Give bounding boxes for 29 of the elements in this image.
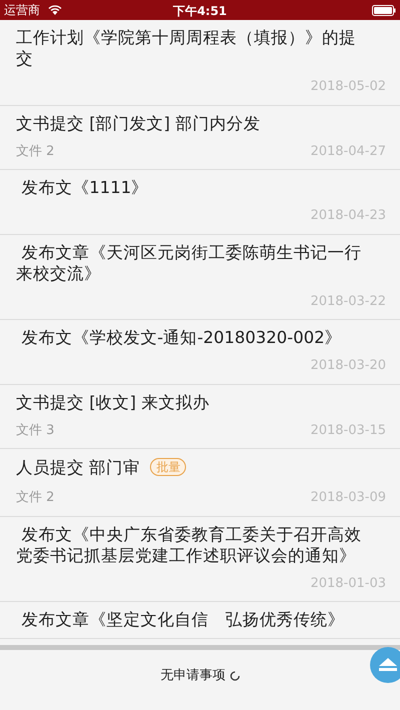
empty-message: 无申请事项 — [160, 667, 226, 685]
file-count: 文件 2 — [16, 142, 54, 160]
batch-tag: 批量 — [150, 458, 186, 476]
item-date: 2018-04-23 — [310, 207, 386, 225]
item-date: 2018-03-15 — [310, 422, 386, 440]
eject-icon — [379, 658, 397, 672]
item-title[interactable]: 人员提交 部门审 — [16, 457, 140, 478]
item-title[interactable]: 发布文《学校发文-通知-20180320-002》 — [16, 327, 366, 348]
item-title[interactable]: 发布文章《天河区元岗街工委陈萌生书记一行来校交流》 — [16, 242, 366, 284]
item-date: 2018-03-20 — [310, 357, 386, 375]
item-title[interactable]: 发布文《中央广东省委教育工委关于召开高效党委书记抓基层党建工作述职评议会的通知》 — [16, 524, 366, 566]
item-date: 2018-05-02 — [310, 78, 386, 96]
wifi-icon — [48, 5, 62, 15]
carrier-label: 运营商 — [4, 2, 40, 19]
file-count: 文件 3 — [16, 422, 54, 440]
scroll-top-button[interactable] — [370, 647, 400, 683]
item-date: 2018-03-22 — [310, 292, 386, 310]
item-title[interactable]: 发布文《1111》 — [16, 177, 366, 198]
item-date: 2018-04-27 — [310, 142, 386, 160]
item-title[interactable]: 发布文章《坚定文化自信 弘扬优秀传统》 — [16, 609, 366, 630]
file-count: 文件 2 — [16, 489, 54, 507]
clock-time: 下午4:51 — [173, 4, 227, 18]
item-title[interactable]: 文书提交 [部门发文] 部门内分发 — [16, 112, 366, 134]
item-date: 2018-01-03 — [310, 574, 386, 592]
refresh-icon — [230, 670, 240, 681]
item-title[interactable]: 文书提交 [收文] 来文拟办 — [16, 392, 366, 412]
item-title[interactable]: 工作计划《学院第十周周程表（填报）》的提交 — [16, 27, 366, 69]
battery-icon — [372, 4, 396, 16]
item-date: 2018-03-09 — [310, 489, 386, 507]
